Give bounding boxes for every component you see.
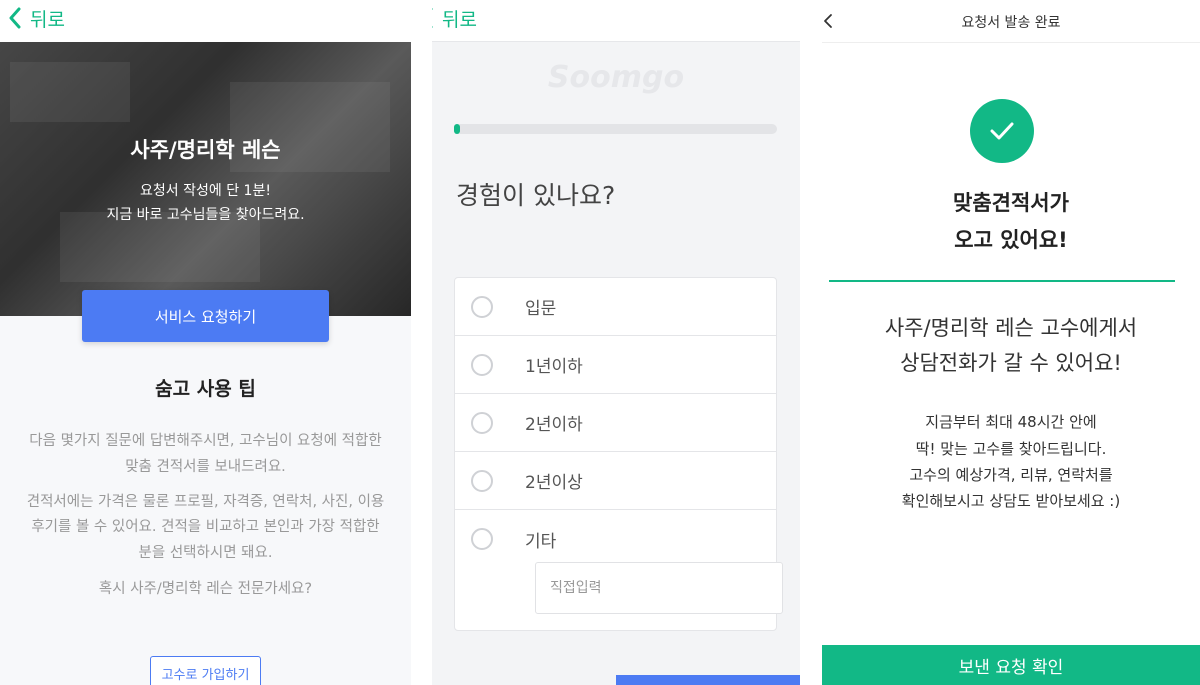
service-intro-screen: 뒤로 사주/명리학 레슨 요청서 작성에 단 1분! 지금 바로 고수님들을 찾… (0, 0, 411, 685)
back-button[interactable]: 뒤로 (432, 4, 477, 32)
header: 요청서 발송 완료 (822, 0, 1200, 43)
service-request-button[interactable]: 서비스 요청하기 (82, 290, 329, 342)
request-sent-screen: 요청서 발송 완료 맞춤견적서가 오고 있어요! 사주/명리학 레슨 고수에게서… (822, 0, 1200, 685)
back-label: 뒤로 (30, 8, 65, 31)
radio-icon[interactable] (471, 295, 493, 318)
chevron-left-icon (9, 7, 21, 29)
radio-icon[interactable] (471, 469, 493, 492)
radio-icon[interactable] (471, 411, 493, 434)
progress-bar (454, 124, 777, 134)
expert-prompt: 혹시 사주/명리학 레슨 전문가세요? (98, 581, 313, 597)
hero-banner: 사주/명리학 레슨 요청서 작성에 단 1분! 지금 바로 고수님들을 찾아드려… (0, 42, 411, 316)
sub-headline-line1: 사주/명리학 레슨 고수에게서 (884, 316, 1138, 340)
tip-text: 다음 몇가지 질문에 답변해주시면, 고수님이 요청에 적합한 (29, 433, 382, 449)
answer-options: 입문 1년이하 2년이하 2년이상 기타 (454, 277, 783, 631)
success-check-icon (970, 99, 1034, 163)
progress-fill (454, 124, 461, 134)
hero-subtitle-line2: 지금 바로 고수님들을 찾아드려요. (106, 207, 305, 223)
question-screen: 뒤로 Soomgo 경험이 있나요? 입문 1년이하 2년이하 2년이상 기타 (432, 0, 800, 685)
tip-text: 분을 선택하시면 돼요. (138, 545, 273, 561)
sub-headline-line2: 상담전화가 갈 수 있어요! (900, 351, 1122, 375)
divider (829, 280, 1175, 282)
option-under-1-year[interactable]: 1년이하 (455, 336, 776, 394)
option-label: 기타 (525, 531, 557, 552)
option-under-2-years[interactable]: 2년이하 (455, 394, 776, 452)
top-bar: 뒤로 (432, 0, 800, 42)
expert-signup-button[interactable]: 고수로 가입하기 (150, 656, 261, 685)
next-button[interactable] (616, 675, 800, 685)
headline-line2: 오고 있어요! (954, 228, 1068, 252)
option-label: 1년이하 (525, 357, 583, 377)
hero-title: 사주/명리학 레슨 (130, 138, 281, 162)
option-label: 입문 (525, 299, 557, 319)
description-line: 지금부터 최대 48시간 안에 (925, 413, 1097, 431)
headline-line1: 맞춤견적서가 (953, 191, 1069, 215)
option-label: 2년이하 (525, 415, 583, 435)
description-line: 딱! 맞는 고수를 찾아드립니다. (915, 440, 1107, 458)
custom-answer-input[interactable] (535, 562, 783, 614)
question-title: 경험이 있나요? (456, 181, 616, 210)
back-button[interactable]: 뒤로 (8, 4, 65, 32)
header-title: 요청서 발송 완료 (961, 15, 1061, 31)
description-line: 고수의 예상가격, 리뷰, 연락처를 (909, 466, 1113, 484)
option-beginner[interactable]: 입문 (455, 278, 776, 336)
tip-text: 견적서에는 가격은 물론 프로필, 자격증, 연락처, 사진, 이용 (26, 494, 385, 510)
tip-text: 후기를 볼 수 있어요. 견적을 비교하고 본인과 가장 적합한 (31, 519, 380, 535)
back-label: 뒤로 (442, 8, 477, 31)
radio-icon[interactable] (471, 353, 493, 376)
brand-watermark: Soomgo (547, 60, 685, 95)
view-sent-requests-button[interactable]: 보낸 요청 확인 (822, 645, 1200, 685)
top-bar: 뒤로 (0, 0, 411, 42)
option-over-2-years[interactable]: 2년이상 (455, 452, 776, 510)
chevron-left-icon (432, 7, 433, 29)
option-label: 2년이상 (525, 473, 583, 493)
tip-text: 맞춤 견적서를 보내드려요. (125, 459, 286, 475)
tips-title: 숨고 사용 팁 (155, 378, 256, 400)
option-other[interactable]: 기타 (455, 510, 776, 568)
hero-subtitle-line1: 요청서 작성에 단 1분! (140, 183, 271, 199)
hero-overlay (0, 42, 411, 316)
check-icon (990, 122, 1014, 140)
radio-icon[interactable] (471, 528, 493, 550)
description-line: 확인해보시고 상담도 받아보세요 :) (901, 492, 1121, 510)
